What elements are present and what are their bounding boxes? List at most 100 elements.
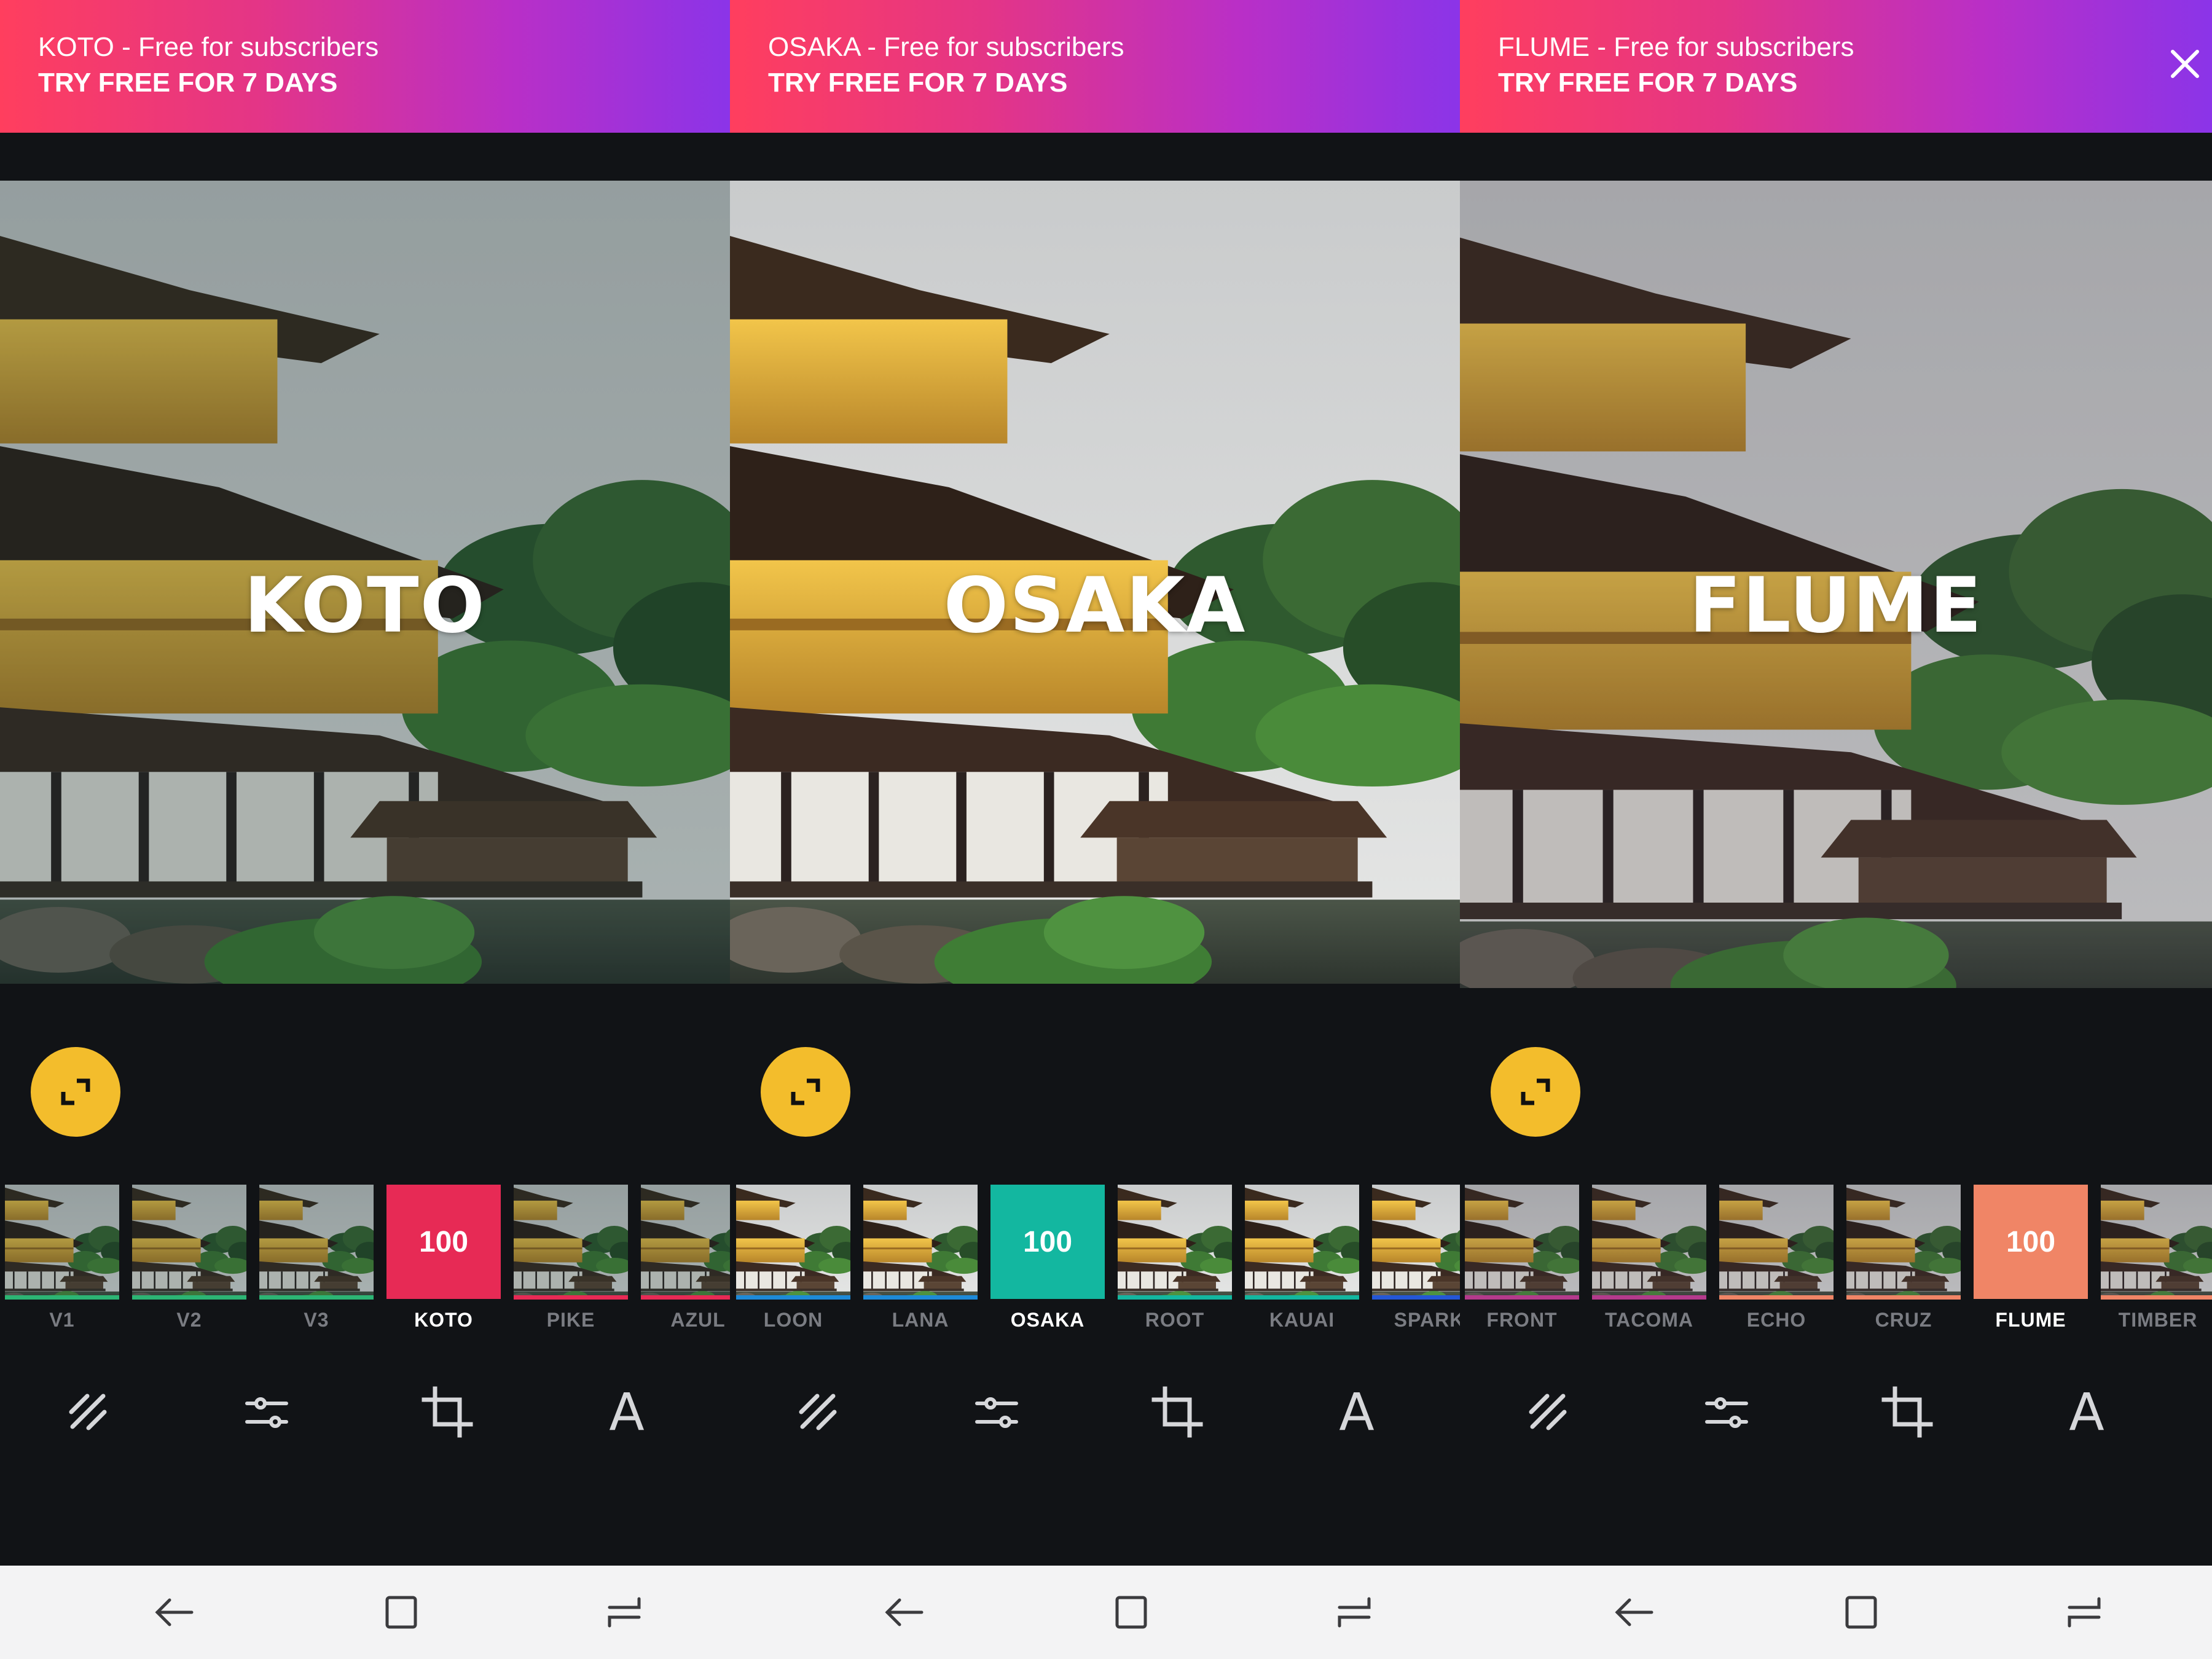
nav-home-icon [1104,1585,1158,1639]
filter-thumb-tacoma[interactable]: TACOMA [1592,1185,1706,1338]
system-navigation-bar [0,1566,730,1659]
presets-button[interactable] [1512,1375,1585,1449]
filter-preview-image [1465,1185,1579,1299]
adjust-sliders-button[interactable] [1690,1375,1763,1449]
filter-label: TIMBER [2118,1309,2198,1331]
filter-label: FLUME [1995,1309,2066,1331]
presets-button[interactable] [782,1375,855,1449]
nav-home-button[interactable] [374,1585,428,1639]
filter-thumb-front[interactable]: FRONT [1465,1185,1579,1338]
filter-label: SPARK [1394,1309,1460,1331]
promo-cta[interactable]: TRY FREE FOR 7 DAYS [768,65,1460,101]
nav-recents-button[interactable] [1327,1585,1381,1639]
nav-home-icon [1834,1585,1888,1639]
expand-icon [791,1078,820,1105]
filter-strength-value: 100 [418,1225,469,1258]
system-navigation-bar [730,1566,1460,1659]
text-tool-button[interactable]: A [590,1375,664,1449]
promo-cta[interactable]: TRY FREE FOR 7 DAYS [38,65,730,101]
promo-title: FLUME - Free for subscribers [1498,32,1854,62]
filter-color-bar [1245,1295,1359,1300]
nav-back-button[interactable] [147,1585,202,1639]
filter-thumb-timber[interactable]: TIMBER [2101,1185,2212,1338]
filter-label: CRUZ [1875,1309,1932,1331]
promo-banner[interactable]: OSAKA - Free for subscribers TRY FREE FO… [730,0,1460,133]
filter-preview-image [736,1185,850,1299]
filter-label: LANA [892,1309,949,1331]
filter-thumb-flume[interactable]: 100 FLUME [1974,1185,2088,1338]
filter-thumb-cruz[interactable]: CRUZ [1846,1185,1961,1338]
filter-thumb-v2[interactable]: V2 [132,1185,246,1338]
filter-label: KOTO [414,1309,473,1331]
filter-preview-image: 100 [386,1185,501,1299]
nav-home-button[interactable] [1834,1585,1888,1639]
filter-thumb-v3[interactable]: V3 [259,1185,374,1338]
filter-label: FRONT [1486,1309,1558,1331]
filter-label: ECHO [1746,1309,1806,1331]
filter-label: TACOMA [1604,1309,1694,1331]
crop-button[interactable] [1140,1375,1214,1449]
adjust-sliders-button[interactable] [230,1375,304,1449]
filter-thumb-root[interactable]: ROOT [1118,1185,1232,1338]
filter-thumb-azul[interactable]: AZUL [641,1185,730,1338]
filter-preview-image [1846,1185,1961,1299]
fullscreen-button[interactable] [761,1047,850,1137]
text-tool-icon: A [2069,1382,2104,1442]
nav-recents-button[interactable] [2057,1585,2111,1639]
editor-toolbar: A [1460,1375,2212,1449]
filter-color-bar [1372,1295,1460,1300]
text-tool-button[interactable]: A [2050,1375,2124,1449]
filter-preview-image [863,1185,978,1299]
filter-thumb-kauai[interactable]: KAUAI [1245,1185,1359,1338]
filter-preview-image [1372,1185,1460,1299]
filter-thumb-echo[interactable]: ECHO [1719,1185,1834,1338]
fullscreen-button[interactable] [31,1047,120,1137]
crop-icon [1870,1375,1944,1449]
promo-cta[interactable]: TRY FREE FOR 7 DAYS [1498,65,2212,101]
filter-thumb-osaka[interactable]: 100 OSAKA [990,1185,1105,1338]
filter-color-bar [1118,1295,1232,1300]
filter-label: V2 [176,1309,202,1331]
close-banner-button[interactable] [2167,45,2203,82]
filter-strip[interactable]: LOON LANA 100 OSAKA ROOT KAUAI SPARK [730,1185,1460,1338]
nav-back-button[interactable] [877,1585,931,1639]
fullscreen-button[interactable] [1491,1047,1580,1137]
filter-preview-image [1118,1185,1232,1299]
nav-home-icon [374,1585,428,1639]
adjust-sliders-button[interactable] [960,1375,1033,1449]
filter-label: KAUAI [1269,1309,1335,1331]
presets-icon [782,1375,855,1449]
filter-preview-image [1719,1185,1834,1299]
filter-color-bar [259,1295,374,1300]
nav-home-button[interactable] [1104,1585,1158,1639]
filter-preview-image: 100 [1974,1185,2088,1299]
filter-label: LOON [763,1309,823,1331]
filter-thumb-spark[interactable]: SPARK [1372,1185,1460,1338]
filter-color-bar [2101,1295,2212,1300]
nav-recents-icon [1327,1585,1381,1639]
nav-recents-button[interactable] [597,1585,651,1639]
nav-back-icon [147,1585,202,1639]
filter-thumb-koto[interactable]: 100 KOTO [386,1185,501,1338]
crop-button[interactable] [1870,1375,1944,1449]
nav-back-icon [1607,1585,1661,1639]
filter-strip[interactable]: FRONT TACOMA ECHO CRUZ 100 FLUME TIMBER [1460,1185,2212,1338]
filter-label: ROOT [1145,1309,1205,1331]
filter-thumb-v1[interactable]: V1 [5,1185,119,1338]
crop-button[interactable] [410,1375,484,1449]
filter-thumb-lana[interactable]: LANA [863,1185,978,1338]
filter-thumb-loon[interactable]: LOON [736,1185,850,1338]
promo-title: OSAKA - Free for subscribers [768,32,1124,62]
filter-color-bar [736,1295,850,1300]
filter-thumb-pike[interactable]: PIKE [514,1185,628,1338]
text-tool-button[interactable]: A [1320,1375,1394,1449]
promo-banner[interactable]: KOTO - Free for subscribers TRY FREE FOR… [0,0,730,133]
close-icon [2171,50,2199,78]
system-navigation-bar [1460,1566,2212,1659]
presets-button[interactable] [52,1375,125,1449]
filter-strip[interactable]: V1 V2 V3 100 KOTO PIKE AZUL [0,1185,730,1338]
nav-back-button[interactable] [1607,1585,1661,1639]
promo-banner[interactable]: FLUME - Free for subscribers TRY FREE FO… [1460,0,2212,133]
nav-recents-icon [2057,1585,2111,1639]
filter-preview-image: 100 [990,1185,1105,1299]
